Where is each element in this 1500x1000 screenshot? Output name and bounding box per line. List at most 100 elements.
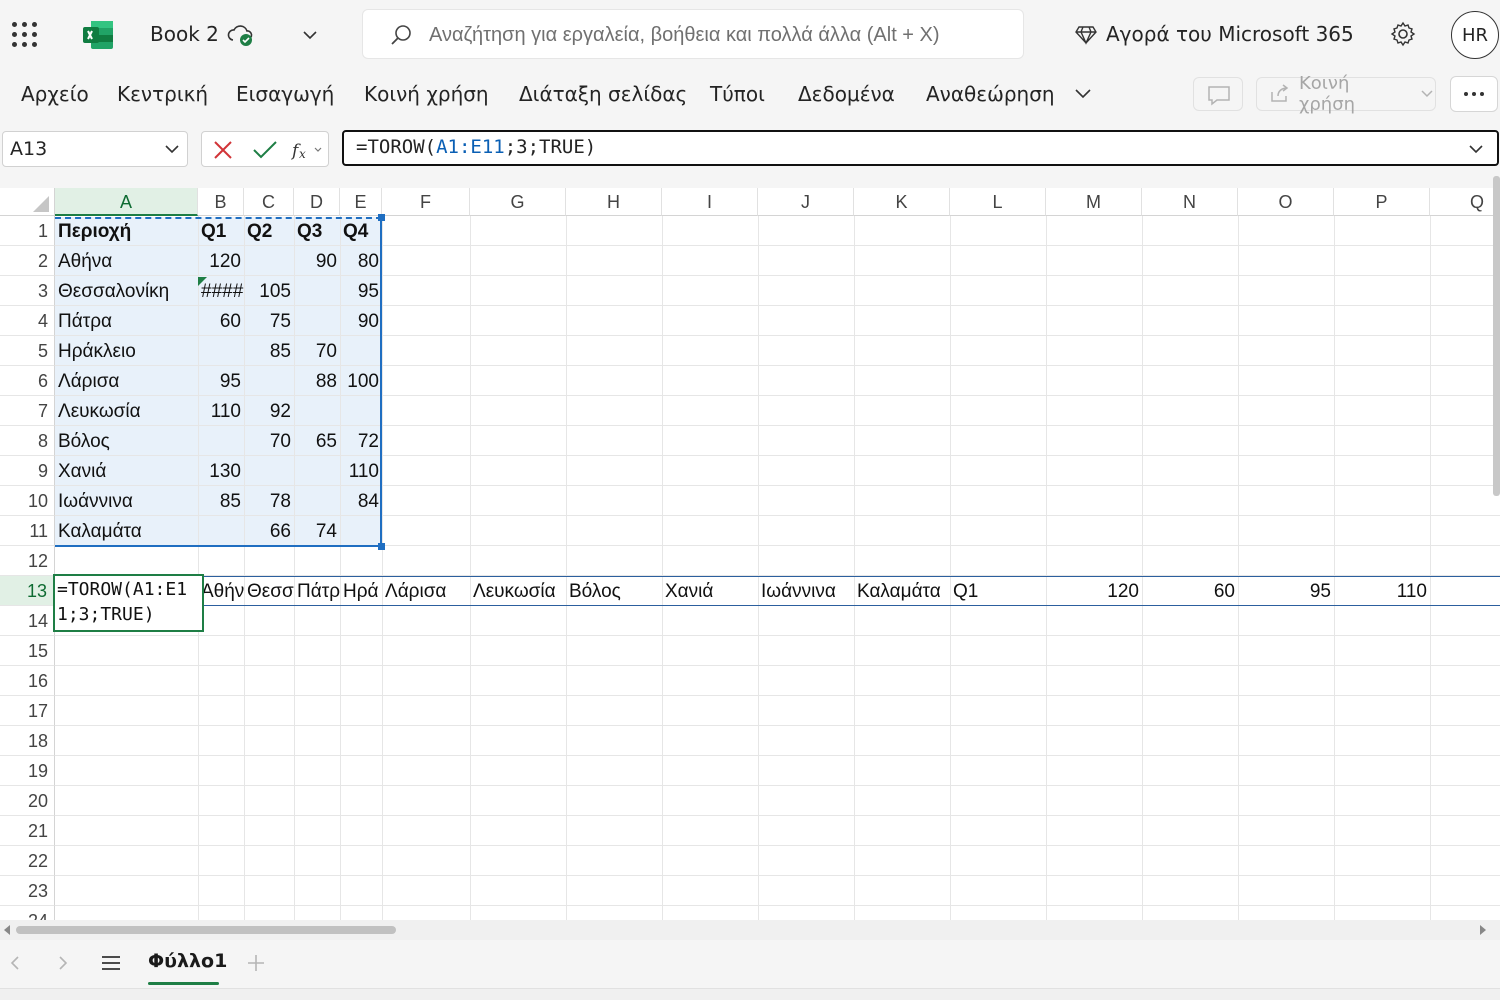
account-avatar[interactable]: HR xyxy=(1451,11,1499,59)
spill-cell[interactable]: Πάτρ xyxy=(294,577,340,607)
formula-input[interactable]: =TOROW(A1:E11;3;TRUE) xyxy=(342,130,1499,166)
name-box[interactable]: A13 xyxy=(2,131,188,167)
column-header-b[interactable]: B xyxy=(198,188,244,216)
row-header-21[interactable]: 21 xyxy=(0,816,55,846)
row-header-8[interactable]: 8 xyxy=(0,426,55,456)
expand-formula-chevron-icon[interactable] xyxy=(1467,142,1485,156)
excel-logo-icon[interactable] xyxy=(82,20,114,50)
insert-function-fx-icon[interactable]: f x xyxy=(290,138,326,162)
row-header-2[interactable]: 2 xyxy=(0,246,55,276)
select-all-corner[interactable] xyxy=(0,188,55,216)
spill-cell[interactable]: Λάρισα xyxy=(382,577,470,607)
row-header-17[interactable]: 17 xyxy=(0,696,55,726)
spill-cell[interactable]: Ιωάννινα xyxy=(758,577,854,607)
row-header-15[interactable]: 15 xyxy=(0,636,55,666)
column-header-g[interactable]: G xyxy=(470,188,566,216)
more-options-button[interactable] xyxy=(1450,76,1498,112)
enter-check-icon[interactable] xyxy=(252,139,278,161)
vertical-scrollbar[interactable] xyxy=(1493,176,1500,496)
column-header-i[interactable]: I xyxy=(662,188,758,216)
spill-cell[interactable]: 60 xyxy=(1142,577,1238,607)
row-header-24[interactable]: 24 xyxy=(0,906,55,920)
spill-cell[interactable]: 1 xyxy=(1430,577,1500,607)
range-resize-handle[interactable] xyxy=(378,214,385,221)
share-button[interactable]: Κοινή χρήση xyxy=(1256,73,1436,115)
cancel-x-icon[interactable] xyxy=(212,139,234,161)
row-header-16[interactable]: 16 xyxy=(0,666,55,696)
tab-share[interactable]: Κοινή χρήση xyxy=(364,82,489,106)
scroll-left-arrow-icon[interactable] xyxy=(2,924,12,936)
row-header-5[interactable]: 5 xyxy=(0,336,55,366)
row-header-4[interactable]: 4 xyxy=(0,306,55,336)
spill-cell[interactable]: Θεσσ xyxy=(244,577,294,607)
tab-home[interactable]: Κεντρική xyxy=(117,82,208,106)
spill-cell[interactable]: Λευκωσία xyxy=(470,577,566,607)
horizontal-scrollbar[interactable] xyxy=(0,920,1500,940)
spreadsheet-grid[interactable]: A B C D E F G H I J K L M N O P Q 1 2 3 4 5 6 7 8 9 10 11 12 13 14 15 16… xyxy=(0,188,1500,920)
tab-file[interactable]: Αρχείο xyxy=(21,82,89,106)
column-header-k[interactable]: K xyxy=(854,188,950,216)
row-header-9[interactable]: 9 xyxy=(0,456,55,486)
row-header-19[interactable]: 19 xyxy=(0,756,55,786)
spill-cell[interactable]: Q1 xyxy=(950,577,1046,607)
row-header-23[interactable]: 23 xyxy=(0,876,55,906)
tab-data[interactable]: Δεδομένα xyxy=(798,82,895,106)
buy-m365-button[interactable]: Αγορά του Microsoft 365 xyxy=(1074,22,1354,46)
comments-button[interactable] xyxy=(1193,77,1243,111)
chevron-down-icon[interactable] xyxy=(163,142,181,156)
column-header-p[interactable]: P xyxy=(1334,188,1430,216)
column-header-e[interactable]: E xyxy=(340,188,382,216)
active-cell-editor[interactable]: =TOROW(A1:E11;3;TRUE) xyxy=(53,574,204,632)
tab-page-layout[interactable]: Διάταξη σελίδας xyxy=(519,82,687,106)
search-box[interactable] xyxy=(362,9,1024,59)
tab-insert[interactable]: Εισαγωγή xyxy=(236,82,334,106)
row-header-10[interactable]: 10 xyxy=(0,486,55,516)
range-resize-handle[interactable] xyxy=(378,543,385,550)
column-header-n[interactable]: N xyxy=(1142,188,1238,216)
column-header-c[interactable]: C xyxy=(244,188,294,216)
row-header-14[interactable]: 14 xyxy=(0,606,55,636)
column-header-o[interactable]: O xyxy=(1238,188,1334,216)
row-header-22[interactable]: 22 xyxy=(0,846,55,876)
row-header-20[interactable]: 20 xyxy=(0,786,55,816)
next-sheet-icon[interactable] xyxy=(56,954,70,972)
horizontal-scroll-thumb[interactable] xyxy=(16,926,396,934)
row-header-7[interactable]: 7 xyxy=(0,396,55,426)
previous-sheet-icon[interactable] xyxy=(8,954,22,972)
spill-cell[interactable]: Ηρά xyxy=(340,577,382,607)
row-header-11[interactable]: 11 xyxy=(0,516,55,546)
column-header-j[interactable]: J xyxy=(758,188,854,216)
chevron-down-icon[interactable] xyxy=(300,26,320,44)
cloud-saved-icon[interactable] xyxy=(226,22,256,48)
sheet-tab-active[interactable]: Φύλλο1 xyxy=(148,950,227,972)
search-input[interactable] xyxy=(429,20,1009,50)
row-header-12[interactable]: 12 xyxy=(0,546,55,576)
spill-cell[interactable]: 120 xyxy=(1046,577,1142,607)
spill-cell[interactable]: Χανιά xyxy=(662,577,758,607)
column-header-f[interactable]: F xyxy=(382,188,470,216)
tab-formulas[interactable]: Τύποι xyxy=(710,82,765,106)
settings-gear-icon[interactable] xyxy=(1389,20,1417,48)
app-launcher-icon[interactable] xyxy=(12,22,38,48)
row-header-1[interactable]: 1 xyxy=(0,216,55,246)
more-tabs-chevron-icon[interactable] xyxy=(1072,84,1094,104)
column-header-d[interactable]: D xyxy=(294,188,340,216)
document-title[interactable]: Book 2 xyxy=(150,22,219,46)
row-header-18[interactable]: 18 xyxy=(0,726,55,756)
column-header-h[interactable]: H xyxy=(566,188,662,216)
spill-cell[interactable]: Αθήν xyxy=(198,577,244,607)
column-header-l[interactable]: L xyxy=(950,188,1046,216)
spill-cell[interactable]: Βόλος xyxy=(566,577,662,607)
scroll-right-arrow-icon[interactable] xyxy=(1478,924,1488,936)
add-sheet-plus-icon[interactable] xyxy=(246,953,266,973)
spill-cell[interactable]: 110 xyxy=(1334,577,1430,607)
tab-review[interactable]: Αναθεώρηση xyxy=(926,82,1055,106)
row-header-6[interactable]: 6 xyxy=(0,366,55,396)
row-header-13[interactable]: 13 xyxy=(0,576,55,606)
column-header-a[interactable]: A xyxy=(55,188,198,216)
row-header-3[interactable]: 3 xyxy=(0,276,55,306)
error-indicator-icon[interactable] xyxy=(198,277,207,286)
all-sheets-menu-icon[interactable] xyxy=(100,954,122,972)
spill-cell[interactable]: 95 xyxy=(1238,577,1334,607)
spill-cell[interactable]: Καλαμάτα xyxy=(854,577,950,607)
